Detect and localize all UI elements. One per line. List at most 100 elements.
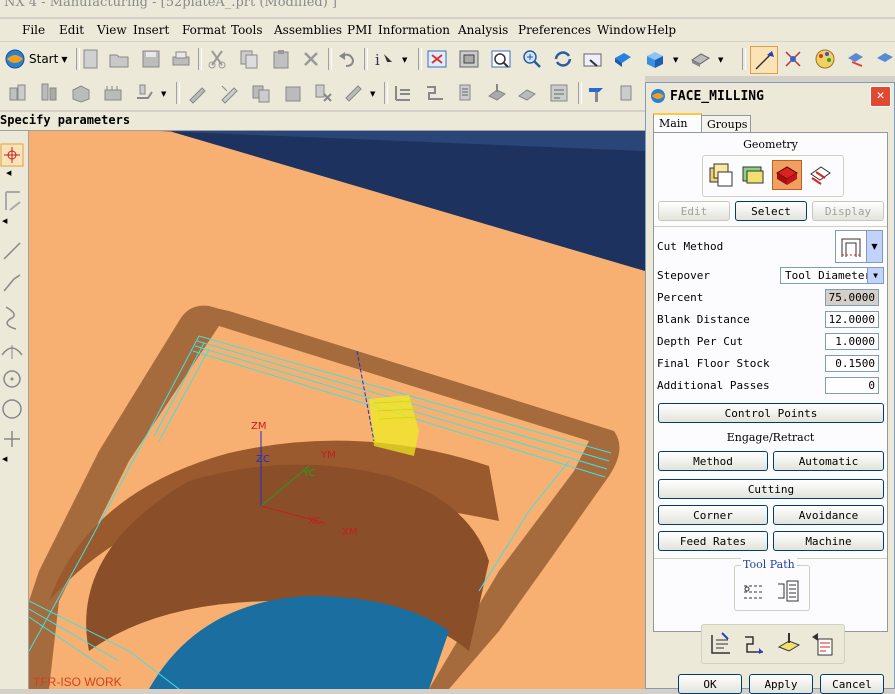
delete-object-icon[interactable]: [312, 82, 334, 104]
shaded-view-icon[interactable]: [612, 48, 634, 70]
depth-per-cut-field[interactable]: 1.0000: [825, 333, 879, 350]
snap-point-icon[interactable]: [0, 143, 24, 167]
create-operation-icon[interactable]: [134, 82, 156, 104]
menu-information[interactable]: Information: [378, 23, 450, 37]
face-geometry-icon[interactable]: [772, 160, 802, 190]
close-button[interactable]: ✕: [870, 86, 891, 107]
info-pointer-icon[interactable]: i: [372, 48, 394, 70]
feed-rates-button[interactable]: Feed Rates: [658, 531, 768, 551]
zoom-window-icon[interactable]: [458, 48, 480, 70]
stepover-select[interactable]: Tool Diameter ▼: [780, 267, 884, 284]
menu-help[interactable]: Help: [647, 23, 676, 37]
display-object-icon[interactable]: [342, 82, 364, 104]
start-button[interactable]: Start ▼: [4, 48, 67, 70]
list-path-icon[interactable]: [456, 82, 478, 104]
edit-button[interactable]: Edit: [658, 201, 730, 221]
blank-distance-field[interactable]: 12.0000: [825, 311, 879, 328]
automatic-button[interactable]: Automatic: [773, 451, 884, 471]
menu-preferences[interactable]: Preferences: [518, 23, 591, 37]
csys-icon[interactable]: [782, 48, 804, 70]
select-button[interactable]: Select: [735, 201, 807, 221]
arc-icon[interactable]: [0, 339, 24, 363]
generate-toolpath-icon[interactable]: [741, 578, 767, 604]
menu-file[interactable]: File: [22, 23, 45, 37]
ok-button[interactable]: OK: [678, 674, 742, 694]
graphics-window[interactable]: ZM ZC YM YC XC XM TFR-ISO WORK: [29, 131, 645, 689]
more-tools-icon[interactable]: [618, 82, 640, 104]
render-style-icon[interactable]: [644, 48, 666, 70]
paste-object-icon[interactable]: [282, 82, 304, 104]
fit-view-icon[interactable]: [426, 48, 448, 70]
avoidance-button[interactable]: Avoidance: [773, 505, 884, 525]
cut-icon[interactable]: [206, 48, 228, 70]
menu-window[interactable]: Window: [597, 23, 646, 37]
menu-assemblies[interactable]: Assemblies: [274, 23, 342, 37]
open-folder-icon[interactable]: [108, 48, 130, 70]
final-floor-stock-field[interactable]: 0.1500: [825, 355, 879, 372]
menu-view[interactable]: View: [97, 23, 127, 37]
menu-tools[interactable]: Tools: [231, 23, 263, 37]
chevron-down-icon[interactable]: ▼: [161, 90, 166, 98]
palette-icon[interactable]: [814, 48, 836, 70]
rotate-icon[interactable]: [552, 48, 574, 70]
menu-edit[interactable]: Edit: [59, 23, 84, 37]
new-file-icon[interactable]: [80, 48, 102, 70]
cancel-button[interactable]: Cancel: [820, 674, 884, 694]
delete-icon[interactable]: [300, 48, 322, 70]
part-geometry-icon[interactable]: [708, 162, 734, 188]
cut-method-select[interactable]: ▼: [835, 230, 883, 263]
blank-icon[interactable]: [874, 48, 895, 70]
cutting-button[interactable]: Cutting: [658, 479, 884, 499]
object-display-icon[interactable]: [844, 48, 866, 70]
chevron-down-icon[interactable]: ▼: [673, 56, 678, 64]
feature-icon[interactable]: [0, 186, 24, 216]
generate-icon[interactable]: [708, 631, 734, 657]
chevron-down-icon[interactable]: ▼: [718, 56, 723, 64]
simulate-icon[interactable]: [516, 82, 538, 104]
section-view-icon[interactable]: [689, 48, 711, 70]
verify-path-icon[interactable]: [486, 82, 508, 104]
tab-main[interactable]: Main: [653, 113, 702, 134]
zoom-region-icon[interactable]: [490, 48, 512, 70]
chevron-down-icon[interactable]: ▼: [370, 90, 375, 98]
select-snap-icon[interactable]: [750, 46, 778, 74]
chevron-left-icon[interactable]: ◀: [6, 169, 11, 177]
polyline-icon[interactable]: [0, 271, 24, 295]
menu-format[interactable]: Format: [182, 23, 226, 37]
copy-icon[interactable]: [238, 48, 260, 70]
paste-icon[interactable]: [270, 48, 292, 70]
machine-button[interactable]: Machine: [773, 531, 884, 551]
verify-icon[interactable]: [776, 631, 802, 657]
menu-pmi[interactable]: PMI: [347, 23, 372, 37]
create-method-icon[interactable]: [102, 82, 124, 104]
corner-button[interactable]: Corner: [658, 505, 768, 525]
chevron-left-icon[interactable]: ◀: [2, 217, 7, 225]
save-icon[interactable]: [140, 48, 162, 70]
apply-button[interactable]: Apply: [749, 674, 813, 694]
chevron-left-icon[interactable]: ◀: [2, 455, 7, 463]
spline-icon[interactable]: [0, 303, 24, 331]
percent-field[interactable]: 75.0000: [825, 289, 879, 306]
point-icon[interactable]: [0, 427, 24, 451]
check-geometry-icon[interactable]: [807, 162, 833, 188]
create-geometry-icon[interactable]: [70, 82, 92, 104]
create-tool-icon[interactable]: [38, 82, 60, 104]
generate-path-icon[interactable]: [392, 82, 414, 104]
chevron-down-icon[interactable]: ▼: [402, 56, 407, 64]
copy-object-icon[interactable]: [250, 82, 272, 104]
postprocess-icon[interactable]: [548, 82, 570, 104]
menu-analysis[interactable]: Analysis: [458, 23, 508, 37]
control-points-button[interactable]: Control Points: [658, 403, 884, 423]
replay-path-icon[interactable]: [424, 82, 446, 104]
display-button[interactable]: Display: [812, 201, 884, 221]
zoom-icon[interactable]: [521, 48, 543, 70]
line-icon[interactable]: [0, 239, 24, 263]
menu-insert[interactable]: Insert: [133, 23, 169, 37]
additional-passes-field[interactable]: 0: [825, 377, 879, 394]
print-icon[interactable]: [170, 48, 192, 70]
shop-doc-icon[interactable]: [586, 82, 608, 104]
create-program-icon[interactable]: [6, 82, 28, 104]
replay-icon[interactable]: [742, 631, 768, 657]
method-button[interactable]: Method: [658, 451, 768, 471]
blank-geometry-icon[interactable]: [740, 162, 766, 188]
